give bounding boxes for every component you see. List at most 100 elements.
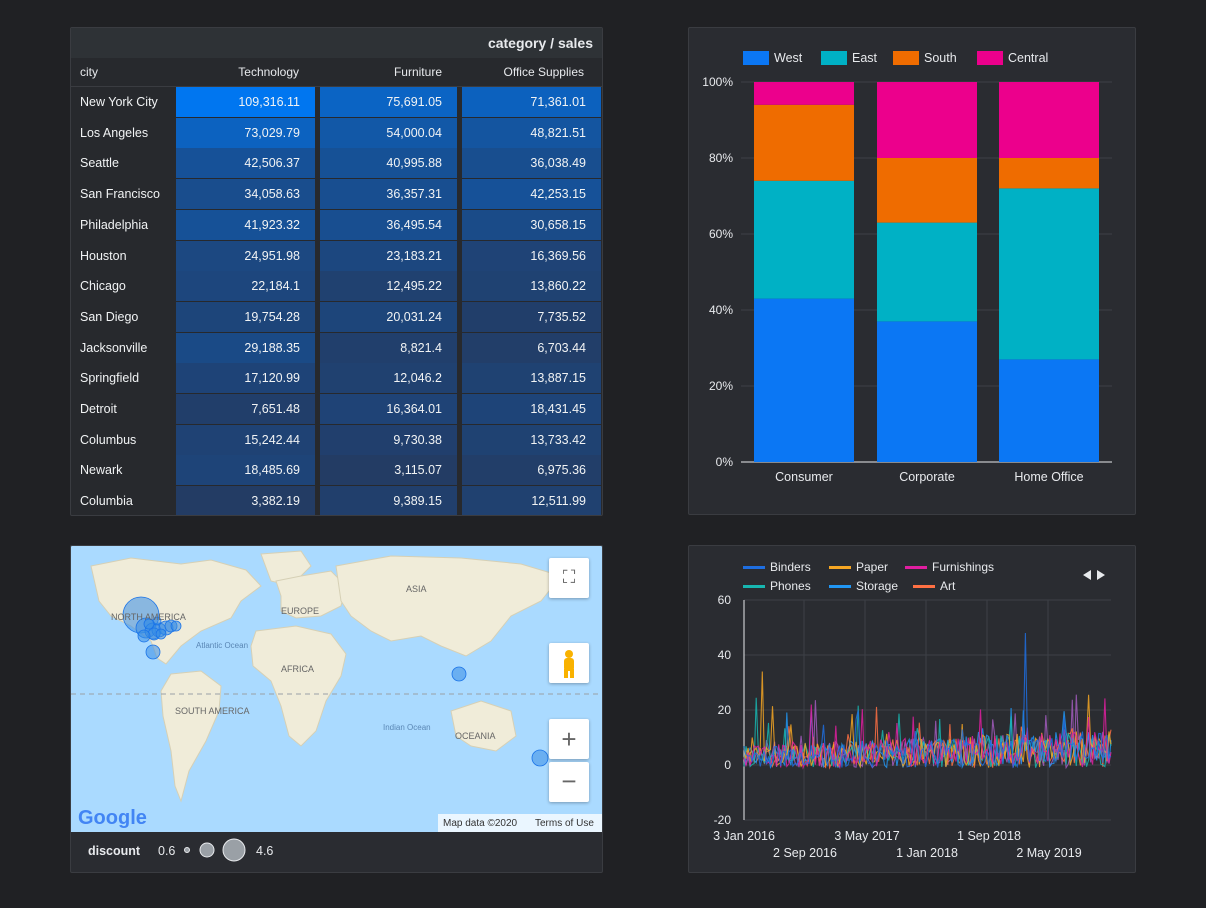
column-header-city[interactable]: city (80, 65, 98, 79)
legend-line-furnishings[interactable] (905, 566, 927, 569)
column-header-technology[interactable]: Technology (238, 65, 299, 79)
world-map[interactable]: NORTH AMERICA EUROPE ASIA AFRICA SOUTH A… (71, 546, 603, 832)
map-size-legend: discount 0.6 4.6 (71, 832, 602, 872)
fullscreen-button[interactable]: ⛶ (549, 558, 589, 598)
column-header-furniture[interactable]: Furniture (394, 65, 442, 79)
bar-segment-consumer-south[interactable] (754, 104, 854, 181)
bar-segment-consumer-west[interactable] (754, 298, 854, 462)
map-terms-link[interactable]: Terms of Use (535, 818, 594, 829)
table-cell-value: 48,821.51 (462, 117, 601, 148)
table-cell-value: 71,361.01 (462, 87, 601, 117)
table-cell-value: 15,242.44 (176, 424, 315, 455)
table-row[interactable]: Columbia 3,382.19 9,389.15 12,511.99 (71, 486, 602, 515)
bar-segment-consumer-east[interactable] (754, 180, 854, 299)
table-cell-city: Newark (80, 463, 123, 478)
legend-label-paper[interactable]: Paper (856, 560, 888, 574)
stacked-bar-chart-panel: West East South Central 0% 20% 40% 60% 80% 100% C… (688, 27, 1136, 515)
legend-swatch-south[interactable] (893, 51, 919, 65)
legend-pager[interactable] (1081, 568, 1113, 582)
y-tick-label: 0% (716, 455, 734, 469)
legend-label-storage[interactable]: Storage (856, 579, 898, 593)
table-row[interactable]: Seattle 42,506.37 40,995.88 36,038.49 (71, 148, 602, 179)
legend-line-art[interactable] (913, 585, 935, 588)
table-row[interactable]: Chicago 22,184.1 12,495.22 13,860.22 (71, 271, 602, 302)
map-bubble[interactable] (531, 749, 549, 767)
bar-segment-corporate-central[interactable] (877, 82, 977, 158)
table-row[interactable]: Jacksonville 29,188.35 8,821.4 6,703.44 (71, 332, 602, 363)
map-bubble[interactable] (451, 666, 467, 682)
legend-label-art[interactable]: Art (940, 579, 955, 593)
table-cell-value: 73,029.79 (176, 117, 315, 148)
table-cell-value: 42,506.37 (176, 148, 315, 179)
bar-segment-home-office-east[interactable] (999, 188, 1099, 360)
table-cell-value: 30,658.15 (462, 209, 601, 240)
table-row[interactable]: Philadelphia 41,923.32 36,495.54 30,658.15 (71, 209, 602, 240)
legend-label-central[interactable]: Central (1008, 51, 1048, 65)
table-row[interactable]: Newark 18,485.69 3,115.07 6,975.36 (71, 455, 602, 486)
table-row[interactable]: Detroit 7,651.48 16,364.01 18,431.45 (71, 394, 602, 424)
table-cell-city: Seattle (80, 156, 119, 171)
map-bubble[interactable] (170, 620, 182, 632)
street-view-pegman-button[interactable] (549, 643, 589, 683)
table-cell-value: 75,691.05 (320, 87, 457, 117)
bubble-map-panel: NORTH AMERICA EUROPE ASIA AFRICA SOUTH A… (70, 545, 603, 873)
label-africa: AFRICA (281, 664, 314, 674)
table-header-category: category / sales (71, 28, 602, 58)
bar-segment-corporate-east[interactable] (877, 222, 977, 322)
table-cell-value: 18,431.45 (462, 394, 601, 424)
legend-line-paper[interactable] (829, 566, 851, 569)
legend-label-south[interactable]: South (924, 51, 957, 65)
table-row[interactable]: Los Angeles 73,029.79 54,000.04 48,821.51 (71, 117, 602, 148)
map-bubble[interactable] (145, 644, 161, 660)
legend-label-phones[interactable]: Phones (770, 579, 811, 593)
legend-label-west[interactable]: West (774, 51, 802, 65)
legend-size-circles (184, 838, 246, 862)
table-cell-value: 13,860.22 (462, 271, 601, 302)
prev-page-icon[interactable] (1083, 570, 1091, 580)
zoom-out-button[interactable]: − (549, 762, 589, 802)
bar-segment-home-office-central[interactable] (999, 82, 1099, 158)
table-row[interactable]: New York City 109,316.11 75,691.05 71,361.0… (71, 87, 602, 117)
bar-segment-home-office-south[interactable] (999, 158, 1099, 189)
y-tick-label: 60% (709, 227, 733, 241)
table-cell-value: 13,887.15 (462, 363, 601, 394)
legend-swatch-east[interactable] (821, 51, 847, 65)
legend-line-phones[interactable] (743, 585, 765, 588)
pivot-table: category / sales city Technology Furnitu… (70, 27, 603, 516)
bar-segment-consumer-central[interactable] (754, 82, 854, 105)
table-row[interactable]: Springfield 17,120.99 12,046.2 13,887.15 (71, 363, 602, 394)
legend-max-value: 4.6 (256, 844, 274, 858)
legend-swatch-west[interactable] (743, 51, 769, 65)
table-cell-value: 8,821.4 (320, 332, 457, 363)
legend-swatch-central[interactable] (977, 51, 1003, 65)
column-header-office-supplies[interactable]: Office Supplies (504, 65, 585, 79)
y-tick-label: 80% (709, 151, 733, 165)
table-cell-value: 34,058.63 (176, 179, 315, 210)
table-cell-value: 3,382.19 (176, 486, 315, 515)
table-row[interactable]: San Francisco 34,058.63 36,357.31 42,253.15 (71, 179, 602, 210)
table-cell-city: Houston (80, 248, 127, 263)
map-bubble[interactable] (137, 629, 151, 643)
table-row[interactable]: Houston 24,951.98 23,183.21 16,369.56 (71, 240, 602, 271)
legend-line-binders[interactable] (743, 566, 765, 569)
legend-line-storage[interactable] (829, 585, 851, 588)
bar-segment-corporate-west[interactable] (877, 321, 977, 462)
minus-icon: − (561, 766, 577, 796)
y-tick-label: 20 (718, 703, 732, 717)
map-bubble[interactable] (155, 628, 167, 640)
table-row[interactable]: Columbus 15,242.44 9,730.38 13,733.42 (71, 424, 602, 455)
map-attribution: Map data ©2020 (443, 818, 518, 829)
y-tick-label: 20% (709, 379, 733, 393)
next-page-icon[interactable] (1097, 570, 1105, 580)
legend-label-furnishings[interactable]: Furnishings (932, 560, 994, 574)
legend-label-east[interactable]: East (852, 51, 877, 65)
legend-label-binders[interactable]: Binders (770, 560, 811, 574)
table-row[interactable]: San Diego 19,754.28 20,031.24 7,735.52 (71, 301, 602, 332)
y-tick-label: 40% (709, 303, 733, 317)
bar-segment-home-office-west[interactable] (999, 359, 1099, 462)
table-cell-value: 12,495.22 (320, 271, 457, 302)
table-column-headers: city Technology Furniture Office Supplie… (71, 58, 602, 87)
zoom-in-button[interactable]: + (549, 719, 589, 759)
label-oceania: OCEANIA (455, 731, 496, 741)
bar-segment-corporate-south[interactable] (877, 158, 977, 223)
